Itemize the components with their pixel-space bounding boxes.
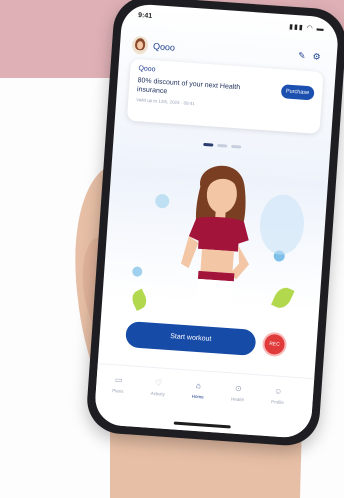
home-icon: ⌂: [195, 380, 202, 391]
page-dot: [216, 143, 227, 148]
edit-icon[interactable]: ✎: [298, 50, 306, 61]
notification-card[interactable]: Qooo 80% discount of your next Health in…: [126, 58, 324, 134]
home-indicator: [173, 421, 231, 429]
calendar-icon: ▭: [114, 375, 123, 385]
page-dot-active: [202, 142, 213, 147]
tab-home[interactable]: ⌂ Home: [184, 380, 213, 400]
header-tools: ✎ ⚙: [298, 50, 321, 63]
decor-leaf: [129, 288, 150, 311]
notification-subtext: Valid up to 12th, 2024 · 09:41: [136, 97, 196, 107]
notification-sender: Qooo: [138, 65, 156, 74]
decor-bubble: [131, 266, 143, 277]
tab-label: Profile: [270, 399, 285, 406]
tab-label: Activity: [150, 390, 166, 397]
record-button[interactable]: REC: [261, 331, 288, 358]
status-indicators: ▮▮▮ ◠ ▬: [288, 23, 325, 34]
phone-screen: 9:41 ▮▮▮ ◠ ▬ Qooo ✎ ⚙ Qooo 80% discount …: [93, 2, 340, 440]
app-name: Qooo: [152, 41, 176, 53]
status-time: 9:41: [137, 12, 153, 21]
decor-bubble: [257, 193, 306, 257]
tab-health[interactable]: ⊙ Health: [223, 383, 252, 403]
heart-icon: ♡: [154, 378, 163, 388]
tab-label: Health: [230, 396, 245, 403]
bottom-tab-bar: ▭ Plans ♡ Activity ⌂ Home ⊙ Health ☺ Pro…: [93, 363, 315, 440]
settings-icon[interactable]: ⚙: [312, 51, 321, 63]
phone-device: 9:41 ▮▮▮ ◠ ▬ Qooo ✎ ⚙ Qooo 80% discount …: [85, 0, 344, 448]
decor-leaf: [271, 284, 295, 312]
health-icon: ⊙: [234, 383, 243, 394]
avatar[interactable]: [131, 35, 149, 55]
page-dot: [230, 144, 241, 149]
profile-icon: ☺: [273, 386, 283, 396]
tab-label: Plans: [112, 388, 124, 394]
tab-profile[interactable]: ☺ Profile: [263, 386, 292, 406]
tab-plans[interactable]: ▭ Plans: [104, 375, 133, 395]
decor-bubble: [154, 193, 170, 209]
purchase-button[interactable]: Purchase: [280, 84, 315, 101]
tab-label: Home: [191, 393, 204, 400]
tab-activity[interactable]: ♡ Activity: [144, 377, 173, 397]
